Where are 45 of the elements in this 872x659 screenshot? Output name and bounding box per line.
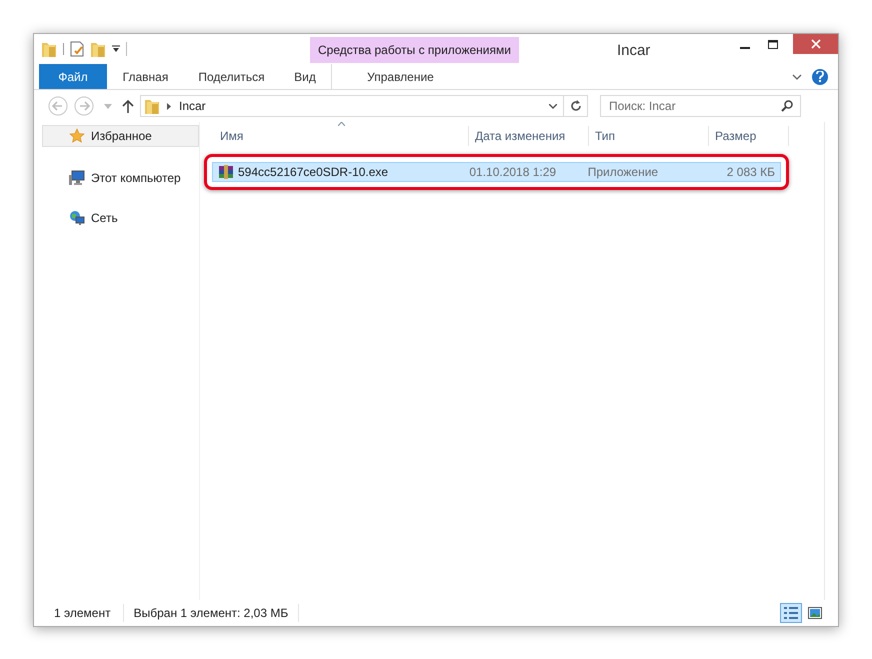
- column-header[interactable]: Размер: [709, 126, 789, 146]
- up-button[interactable]: [122, 99, 134, 113]
- breadcrumb-separator-icon[interactable]: [167, 102, 171, 110]
- computer-icon: [69, 170, 85, 186]
- file-name: 594cc52167ce0SDR-10.exe: [238, 164, 388, 181]
- context-tab-group: Средства работы с приложениями: [310, 37, 519, 63]
- ribbon-tab[interactable]: Вид: [279, 64, 331, 89]
- maximize-icon: [768, 40, 778, 48]
- column-header[interactable]: Дата изменения: [469, 126, 589, 146]
- cell-text: 01.10.2018 1:29: [469, 164, 556, 181]
- status-text: Выбран 1 элемент: 2,03 МБ: [124, 604, 300, 622]
- ribbon-tab[interactable]: Управление: [331, 64, 469, 89]
- sort-ascending-icon[interactable]: [338, 122, 345, 126]
- properties-icon[interactable]: [70, 41, 84, 57]
- expand-ribbon-icon[interactable]: [792, 74, 802, 80]
- ribbon-tab[interactable]: Поделиться: [184, 64, 279, 89]
- folder-icon: [144, 97, 160, 115]
- refresh-icon: [570, 100, 582, 112]
- cell-text: Приложение: [588, 164, 658, 181]
- navigation-item[interactable]: Избранное: [42, 125, 199, 147]
- search-field[interactable]: Поиск: Incar: [600, 95, 801, 117]
- close-icon: [810, 39, 820, 49]
- ribbon-tab[interactable]: Файл: [39, 64, 107, 89]
- ribbon-tab[interactable]: Главная: [107, 64, 184, 89]
- navigation-item[interactable]: Сеть: [42, 207, 199, 229]
- status-text: 1 элемент: [54, 604, 124, 622]
- file-row[interactable]: 594cc52167ce0SDR-10.exe 01.10.2018 1:29 Приложение 2 083 КБ: [212, 162, 781, 182]
- history-dropdown-icon[interactable]: [549, 104, 557, 108]
- navigation-item[interactable]: Этот компьютер: [42, 167, 199, 189]
- globe-computer-icon: [69, 210, 85, 226]
- refresh-button[interactable]: [564, 95, 588, 117]
- window-title: Incar: [616, 41, 650, 61]
- star-icon: [69, 128, 85, 144]
- column-header[interactable]: Имя: [214, 126, 469, 146]
- search-icon[interactable]: [781, 100, 793, 112]
- minimize-icon: [740, 47, 750, 49]
- cell-text: 2 083 КБ: [726, 164, 776, 181]
- column-header[interactable]: Тип: [589, 126, 709, 146]
- dropdown-icon[interactable]: [112, 45, 120, 53]
- archive-icon: [218, 164, 234, 180]
- help-button[interactable]: [812, 68, 828, 84]
- details-view-button[interactable]: [780, 603, 802, 623]
- close-button[interactable]: [793, 34, 838, 54]
- address-bar[interactable]: Incar: [140, 95, 564, 117]
- breadcrumb[interactable]: Incar: [179, 97, 206, 115]
